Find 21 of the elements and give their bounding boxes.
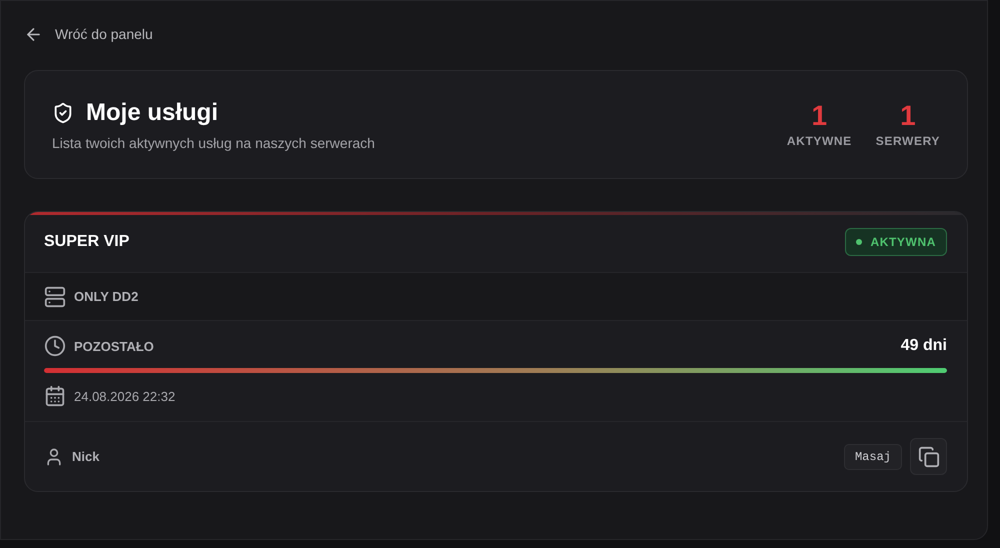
page-subtitle: Lista twoich aktywnych usług na naszych serwerach — [52, 135, 375, 151]
stat-label: SERWERY — [876, 134, 940, 148]
remaining-label: POZOSTAŁO — [74, 338, 154, 354]
status-badge: AKTYWNA — [845, 228, 947, 256]
nick-label: Nick — [72, 449, 100, 464]
clock-icon — [44, 335, 66, 357]
remaining-days: 49 dni — [900, 337, 947, 355]
service-name: SUPER VIP — [44, 233, 130, 251]
calendar-icon — [44, 385, 66, 407]
nick-value: Masaj — [844, 444, 902, 470]
stat-value: 1 — [900, 102, 916, 130]
stat-label: AKTYWNE — [786, 134, 852, 148]
page-title: Moje usługi — [86, 99, 218, 127]
back-link[interactable]: Wróć do panelu — [24, 21, 153, 47]
copy-button[interactable] — [910, 438, 947, 475]
shield-check-icon — [52, 102, 74, 124]
server-name: ONLY DD2 — [74, 289, 138, 304]
stat-value: 1 — [812, 102, 828, 130]
server-icon — [44, 286, 66, 308]
expiry-date: 24.08.2026 22:32 — [74, 388, 176, 404]
copy-icon — [918, 446, 940, 468]
